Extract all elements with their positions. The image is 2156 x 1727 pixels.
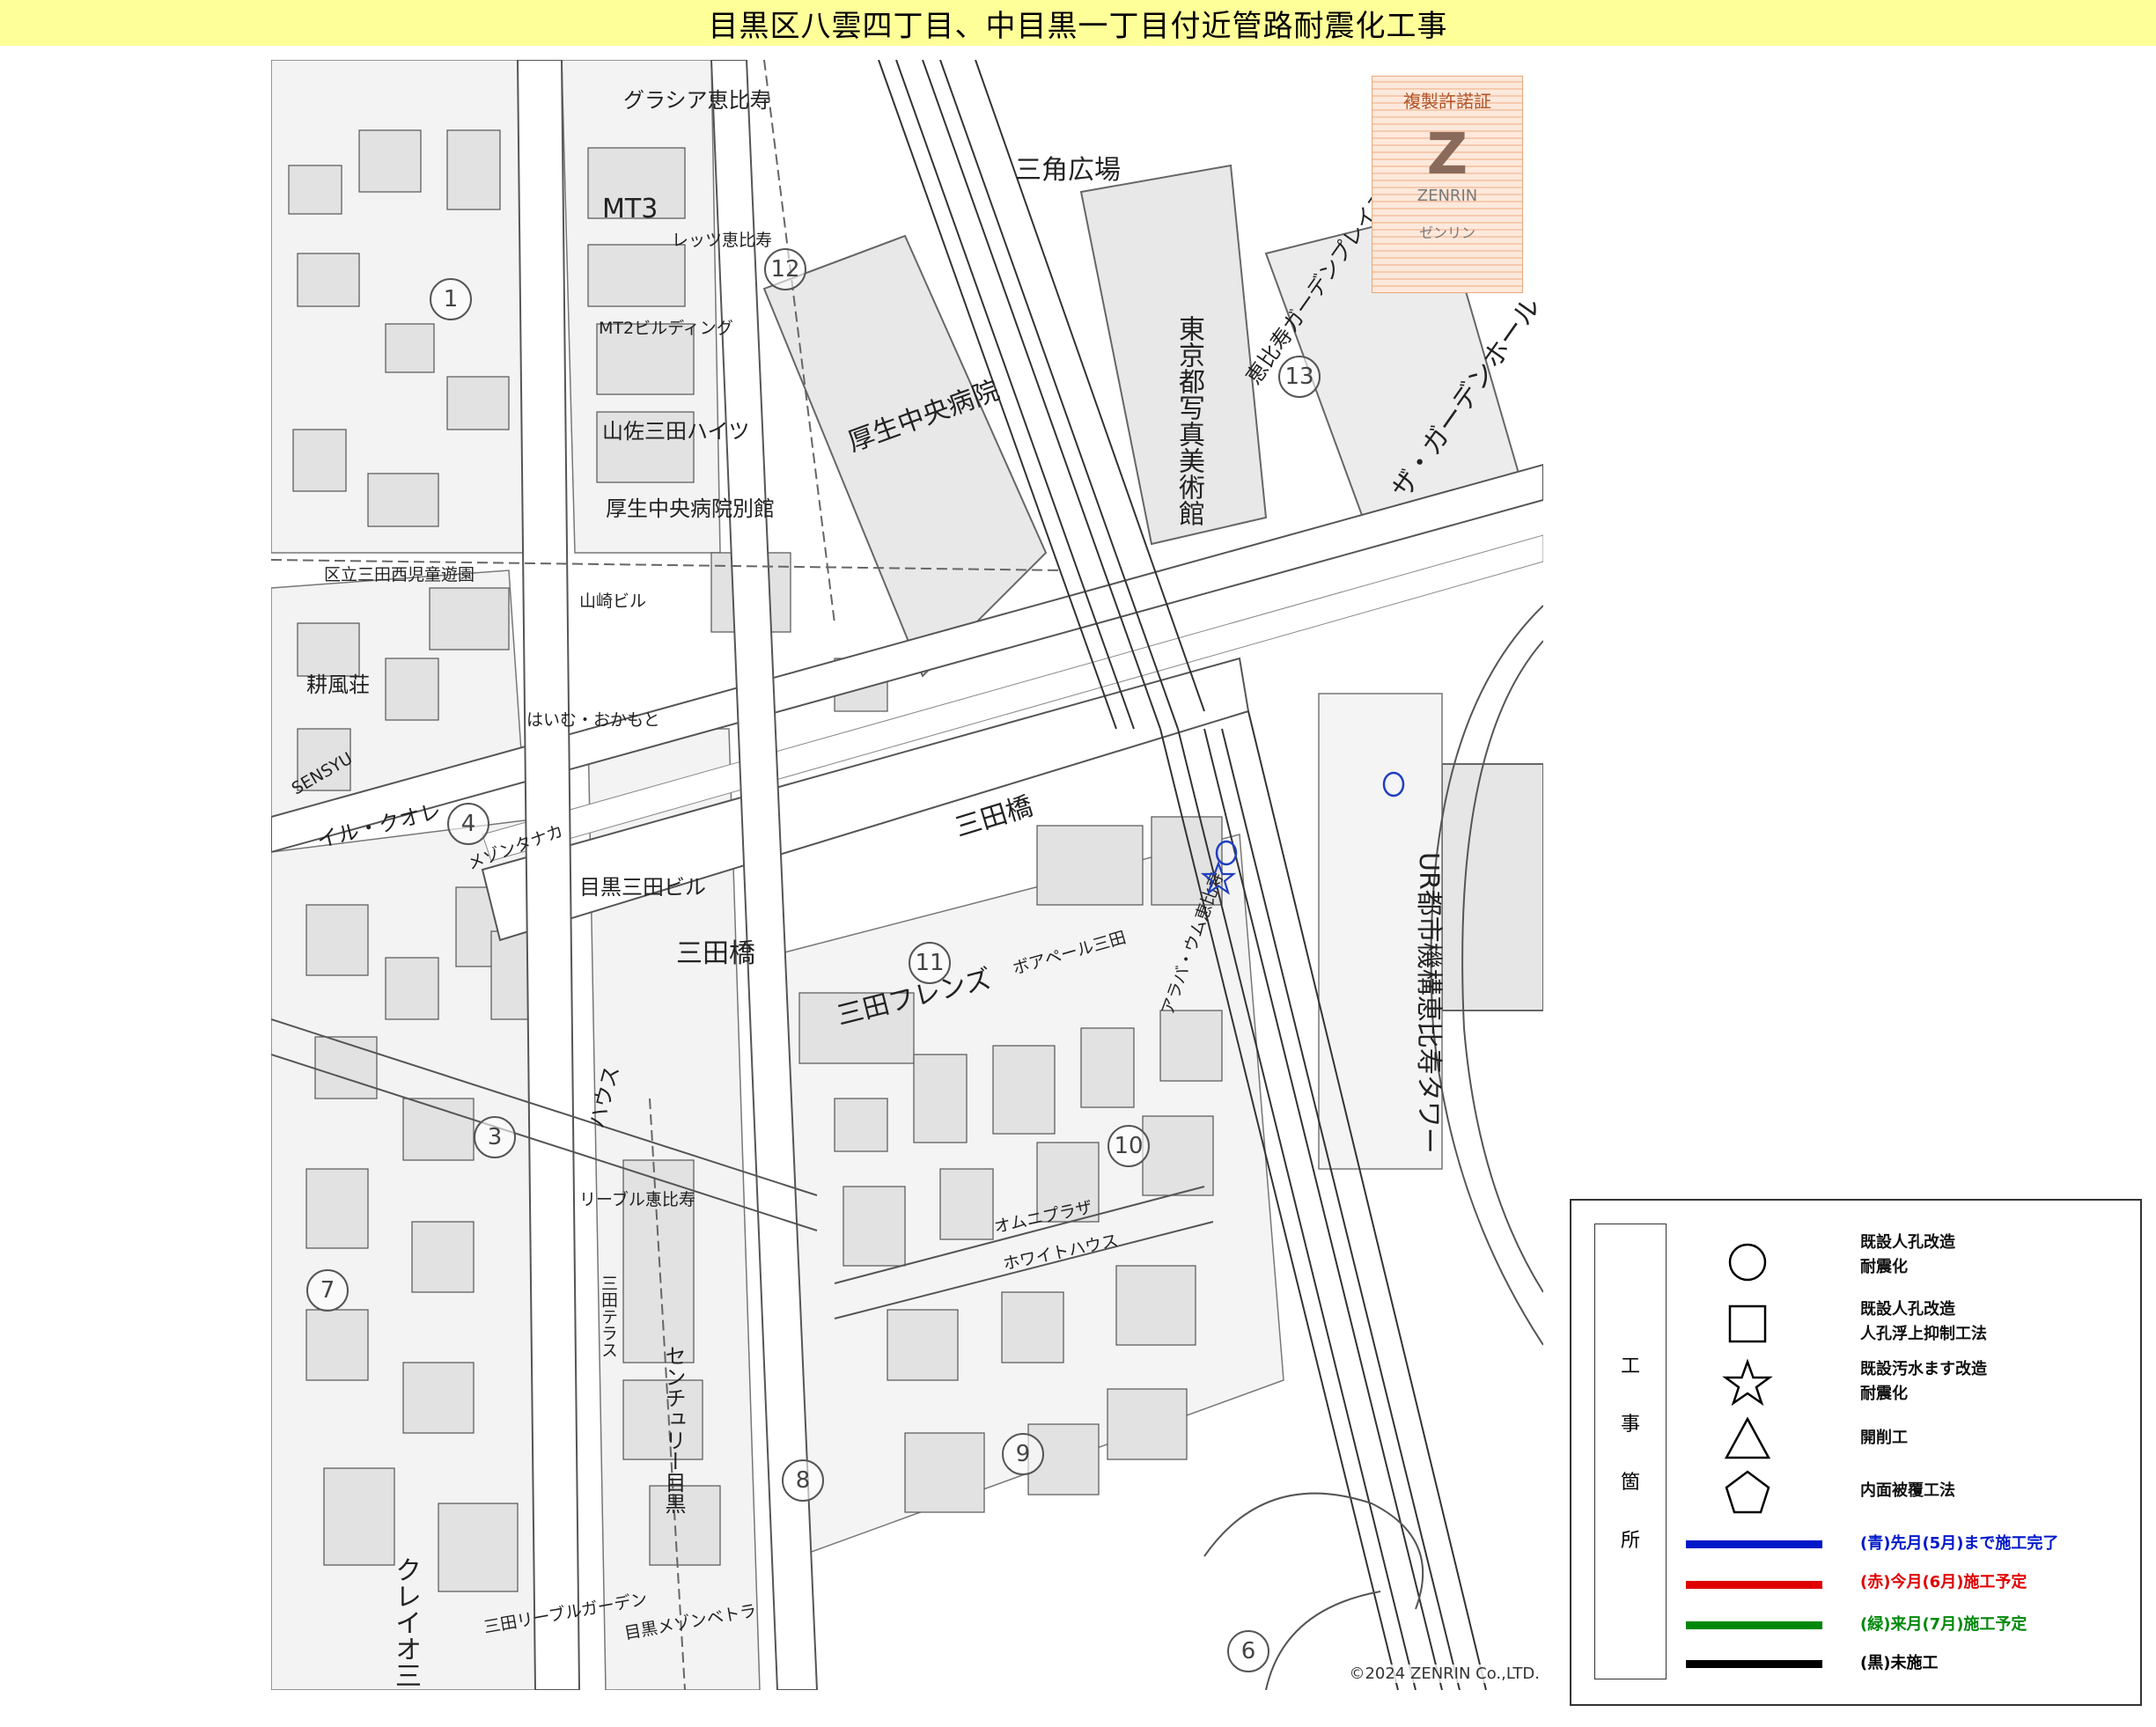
area-marker-10: 10 [1107,1125,1150,1167]
sewer-box-star-mark [1201,861,1236,895]
label-mita-bridge-west: 三田橋 [676,938,755,969]
label-kofuso: 耕風荘 [306,672,370,697]
stamp-brand: ZENRIN [1416,187,1478,205]
legend-line-label-red: (赤)今月(6月)施工予定 [1860,1573,2027,1591]
label-gracia-ebisu: グラシア恵比寿 [623,88,771,113]
label-mita-terrace: 三田テラス [599,1275,618,1358]
label-mt3: MT3 [602,194,659,224]
manhole-circle-mark-1 [1382,771,1405,797]
legend-item-line1: 内面被覆工法 [1860,1481,1955,1500]
legend-heading-char: 事 [1620,1414,1640,1436]
legend-item-pentagon: 内面被覆工法 [1860,1479,1955,1503]
legend-item-line1: 既設汚水ます改造 [1860,1360,1987,1378]
zenrin-permission-stamp: 複製許諾証 Z ZENRIN ゼンリン [1372,76,1523,293]
legend-item-line2: 耐震化 [1860,1258,1908,1276]
area-marker-9: 9 [1002,1433,1044,1475]
legend-line-label-blue: (青)先月(5月)まで施工完了 [1860,1534,2059,1553]
legend-line-label-green: (緑)来月(7月)施工予定 [1860,1615,2027,1634]
area-marker-12: 12 [764,248,806,290]
label-lets-ebisu: レッツ恵比寿 [672,231,773,250]
legend-item-line1: 既設人孔改造 [1860,1300,1955,1319]
circle-icon [1728,1243,1767,1282]
area-marker-6: 6 [1227,1630,1269,1672]
label-yamazaki-building: 山崎ビル [579,592,647,611]
area-marker-8: 8 [782,1459,824,1502]
star-icon [1722,1358,1773,1407]
label-mita-nishi-park: 区立三田西児童遊園 [324,565,475,584]
legend-item-triangle: 開削工 [1860,1426,1908,1451]
legend-item-circle: 既設人孔改造 耐震化 [1860,1231,1955,1280]
label-haimu-okamoto: はいむ・おかもと [526,710,660,730]
legend-item-line2: 耐震化 [1860,1385,1908,1403]
area-marker-1: 1 [430,278,472,320]
legend-item-star: 既設汚水ます改造 耐震化 [1860,1357,1987,1407]
label-mt2-building: MT2ビルディング [599,319,733,338]
title-bar: 目黒区八雲四丁目、中目黒一丁目付近管路耐震化工事 [0,0,2156,46]
stamp-kana: ゼンリン [1418,224,1475,241]
label-tokyo-photo-museum: 東京都写真美術館 [1174,315,1204,526]
pentagon-icon [1725,1470,1770,1514]
label-yamasa-mita-heights: 山佐三田ハイツ [602,419,750,444]
label-kosei-annex: 厚生中央病院別館 [606,496,775,521]
legend-item-line1: 既設人孔改造 [1860,1233,1955,1252]
label-sankaku-hiroba: 三角広場 [1015,155,1121,186]
square-icon [1728,1304,1767,1343]
legend-heading-char: 箇 [1620,1472,1640,1494]
label-livre-ebisu: リーブル恵比寿 [579,1190,695,1209]
legend-item-line1: 開削工 [1860,1429,1908,1447]
page-title: 目黒区八雲四丁目、中目黒一丁目付近管路耐震化工事 [708,8,1448,44]
triangle-icon [1724,1416,1771,1459]
legend-line-black [1686,1660,1822,1668]
area-marker-4: 4 [447,803,489,845]
label-meguro-mita-building: 目黒三田ビル [579,875,706,900]
label-century-meguro: センチュリー目黒 [661,1345,686,1514]
legend-heading-char: 工 [1620,1356,1640,1378]
map-copyright: ©2024 ZENRIN Co.,LTD. [1349,1665,1540,1683]
legend-line-blue [1686,1540,1822,1548]
legend-item-square: 既設人孔改造 人孔浮上抑制工法 [1860,1297,1987,1347]
legend-panel: 工 事 箇 所 既設人孔改造 耐震化 既設人孔改造 人孔浮上抑制工法 既設汚水ま… [1570,1199,2142,1706]
area-marker-11: 11 [909,942,951,984]
label-cleio-mita: クレイオ三田 [390,1556,421,1690]
area-marker-7: 7 [306,1269,349,1312]
legend-heading: 工 事 箇 所 [1594,1224,1667,1679]
map-area: 三田橋 三田橋 三角広場 厚生中央病院 厚生中央病院別館 山佐三田ハイツ MT2… [271,60,1543,1690]
legend-line-green [1686,1621,1822,1629]
legend-line-label-black: (黒)未施工 [1860,1654,1939,1672]
legend-line-red [1686,1581,1822,1589]
zenrin-logo-icon: Z [1426,122,1468,187]
legend-item-line2: 人孔浮上抑制工法 [1860,1325,1987,1343]
label-ur-ebisu-tower: UR都市機構恵比寿タワー [1413,852,1444,1154]
area-marker-3: 3 [474,1116,516,1158]
stamp-title: 複製許諾証 [1403,91,1491,112]
area-marker-13: 13 [1278,356,1321,398]
legend-heading-char: 所 [1620,1530,1640,1552]
